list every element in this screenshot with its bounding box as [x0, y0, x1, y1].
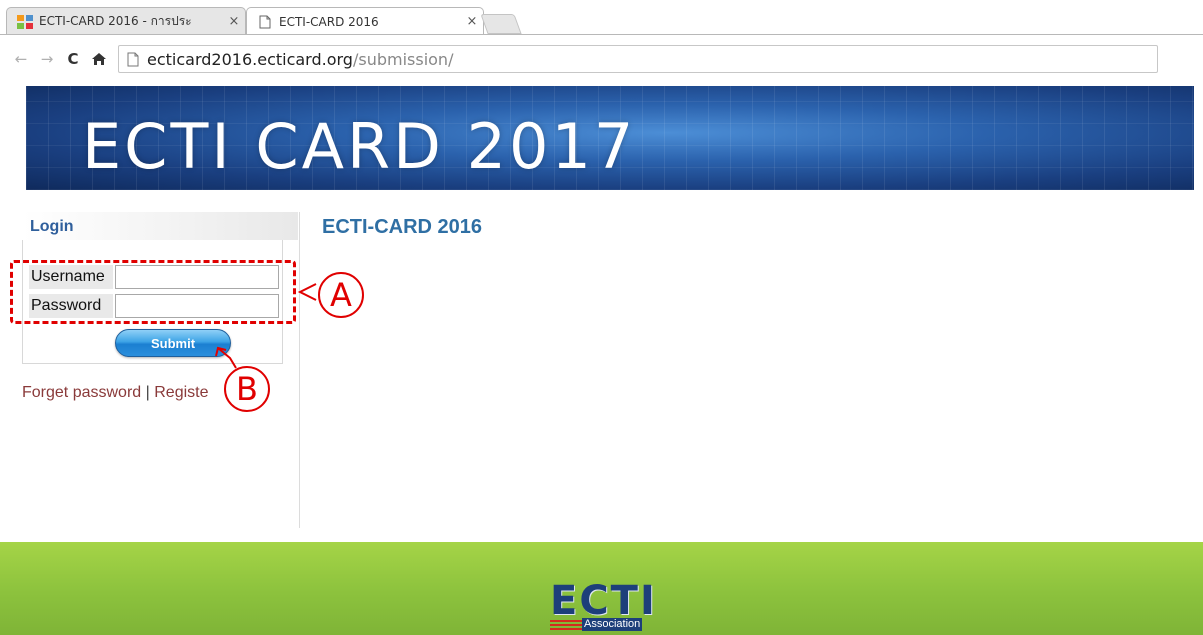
page-icon — [127, 52, 139, 66]
address-bar[interactable]: ecticard2016.ecticard.org/submission/ — [118, 45, 1158, 73]
site-banner: ECTI CARD 2017 — [26, 86, 1194, 190]
login-header: Login — [22, 212, 298, 240]
browser-tabstrip: ECTI-CARD 2016 - การประ × ECTI-CARD 2016… — [0, 0, 1203, 38]
logo-stripes — [550, 620, 582, 630]
tab-close-icon[interactable]: × — [461, 14, 483, 29]
browser-toolbar: ← → C ecticard2016.ecticard.org/submissi… — [0, 40, 1203, 78]
back-arrow-icon[interactable]: ← — [10, 48, 32, 70]
browser-tab-inactive[interactable]: ECTI-CARD 2016 - การประ × — [6, 7, 246, 35]
annotation-label-a: A — [318, 272, 364, 318]
account-links: Forget password | Registe — [22, 384, 208, 402]
annotation-label-b: B — [224, 366, 270, 412]
site-footer: ECTI Association — [0, 542, 1203, 635]
forward-arrow-icon[interactable]: → — [36, 48, 58, 70]
tabstrip-divider — [0, 34, 1203, 35]
browser-tab-active[interactable]: ECTI-CARD 2016 × — [246, 7, 484, 35]
url-host: ecticard2016.ecticard.org — [147, 49, 353, 69]
joomla-favicon-icon — [17, 14, 33, 29]
annotation-arrow-a-icon — [297, 283, 317, 301]
ecti-logo: ECTI Association — [548, 578, 666, 632]
forget-password-link[interactable]: Forget password — [22, 384, 141, 401]
link-separator: | — [145, 384, 150, 401]
home-glyph — [92, 53, 106, 65]
page: ECTI-CARD 2016 - การประ × ECTI-CARD 2016… — [0, 0, 1203, 635]
page-favicon-icon — [259, 15, 271, 28]
banner-title: ECTI CARD 2017 — [82, 110, 637, 183]
tab-title: ECTI-CARD 2016 — [279, 14, 379, 29]
url-path: /submission/ — [352, 49, 454, 69]
register-link[interactable]: Registe — [154, 384, 208, 401]
new-tab-button[interactable] — [480, 14, 522, 34]
reload-icon[interactable]: C — [62, 48, 84, 70]
logo-subtext: Association — [582, 618, 643, 631]
tab-close-icon[interactable]: × — [223, 14, 245, 29]
tab-title: ECTI-CARD 2016 - การประ — [39, 14, 192, 28]
login-heading: Login — [30, 218, 74, 235]
annotation-box-a — [10, 260, 296, 324]
page-title: ECTI-CARD 2016 — [322, 216, 483, 238]
home-icon[interactable] — [88, 48, 110, 70]
